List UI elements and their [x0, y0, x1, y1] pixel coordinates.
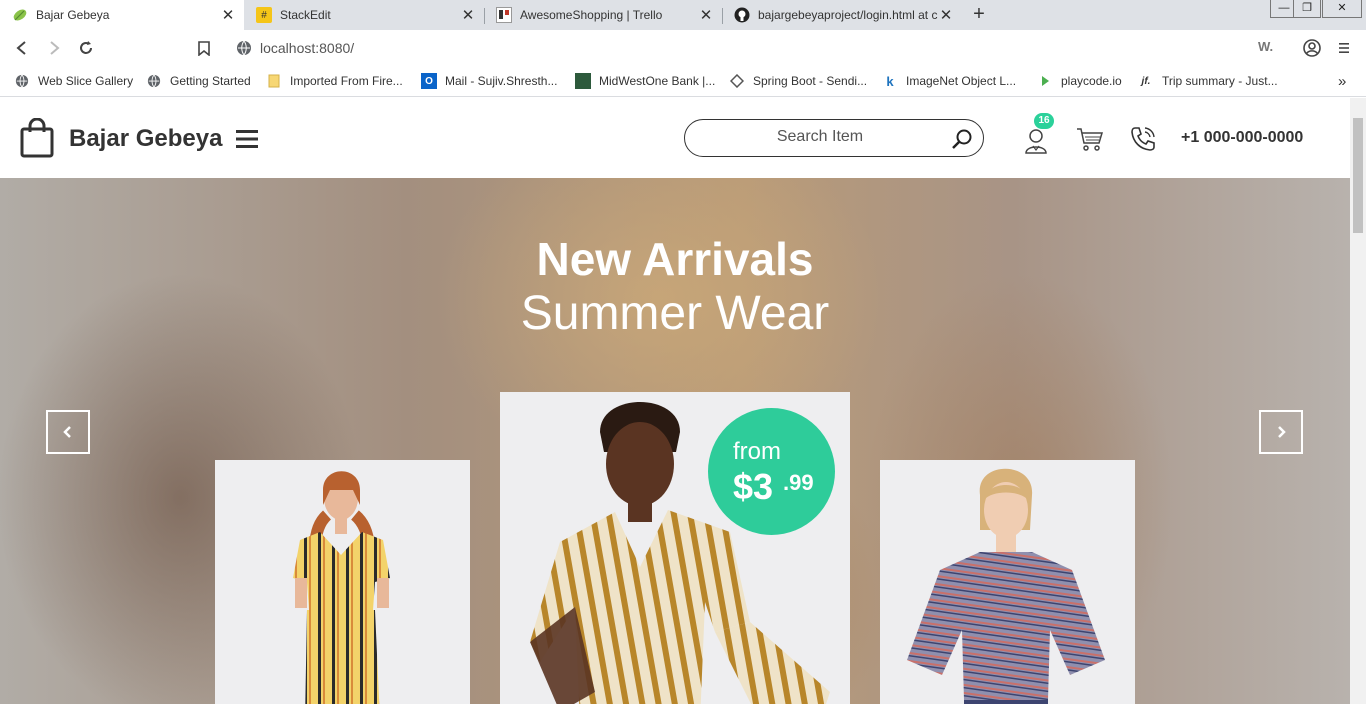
- carousel-next-button[interactable]: [1259, 410, 1303, 454]
- price-from-label: from: [733, 438, 781, 465]
- price-amount: $3: [733, 466, 774, 507]
- jf-icon: jf.: [1141, 75, 1151, 87]
- hero-banner: New Arrivals Summer Wear from $3 .99: [0, 178, 1350, 704]
- extension-icon[interactable]: W.: [1258, 39, 1273, 54]
- playcode-icon: [1037, 73, 1053, 89]
- globe-icon: [236, 40, 252, 61]
- bookmark-label: Mail - Sujiv.Shresth...: [445, 74, 558, 88]
- leaf-icon: [12, 7, 28, 23]
- bookmark-getting-started[interactable]: Getting Started: [146, 73, 251, 89]
- close-icon[interactable]: ✕: [220, 6, 236, 24]
- bookmark-label: Web Slice Gallery: [38, 74, 134, 88]
- tab-title: StackEdit: [280, 8, 331, 22]
- window-close-button[interactable]: ✕: [1322, 0, 1362, 18]
- product-card-left[interactable]: [215, 460, 470, 704]
- tab-github[interactable]: bajargebeyaproject/login.html at c ✕: [722, 0, 962, 30]
- brand-name[interactable]: Bajar Gebeya: [69, 125, 222, 153]
- product-image: [907, 468, 1105, 704]
- chevron-right-icon: [1278, 426, 1286, 438]
- bookmark-label: Getting Started: [170, 74, 251, 88]
- search-icon[interactable]: [951, 128, 973, 155]
- trello-icon: [496, 7, 512, 23]
- stackedit-icon: #: [256, 7, 272, 23]
- reload-button[interactable]: [76, 38, 96, 58]
- bookmark-label: Imported From Fire...: [290, 74, 403, 88]
- bookmark-label: ImageNet Object L...: [906, 74, 1017, 88]
- forward-button[interactable]: [44, 38, 64, 58]
- profile-icon[interactable]: [1302, 38, 1322, 58]
- globe-icon: [14, 73, 30, 89]
- new-tab-button[interactable]: +: [968, 4, 990, 26]
- carousel-prev-button[interactable]: [46, 410, 90, 454]
- tab-title: bajargebeyaproject/login.html at c: [758, 8, 938, 22]
- bookmark-label: playcode.io: [1061, 74, 1122, 88]
- bookmark-icon[interactable]: [194, 38, 214, 58]
- shopping-bag-icon[interactable]: [20, 117, 54, 163]
- browser-toolbar: localhost:8080/ W.: [0, 30, 1366, 66]
- close-icon[interactable]: ✕: [698, 6, 714, 24]
- bank-icon: [575, 73, 591, 89]
- more-bookmarks-button[interactable]: »: [1338, 73, 1346, 90]
- folder-icon: [266, 73, 282, 89]
- k-icon: k: [886, 73, 894, 89]
- globe-icon: [146, 73, 162, 89]
- site-header: Bajar Gebeya 16 +1 000-000-0000: [0, 98, 1350, 178]
- user-icon[interactable]: [1024, 128, 1048, 159]
- phone-number[interactable]: +1 000-000-0000: [1181, 129, 1303, 147]
- hamburger-menu-icon[interactable]: [236, 129, 258, 154]
- search-box: [684, 119, 984, 157]
- product-card-right[interactable]: [880, 460, 1135, 704]
- bookmark-mail[interactable]: O Mail - Sujiv.Shresth...: [421, 73, 557, 89]
- cart-icon[interactable]: [1076, 126, 1104, 157]
- address-bar[interactable]: localhost:8080/: [226, 34, 1140, 62]
- browser-tab-bar: Bajar Gebeya ✕ # StackEdit ✕ AwesomeShop…: [0, 0, 1366, 30]
- product-image: [293, 471, 390, 704]
- tab-bajar-gebeya[interactable]: Bajar Gebeya ✕: [0, 0, 244, 30]
- bookmark-imported-from-firefox[interactable]: Imported From Fire...: [266, 73, 403, 89]
- hero-title: New Arrivals: [536, 233, 814, 285]
- restore-button[interactable]: ❐: [1293, 0, 1321, 18]
- phone-icon[interactable]: [1130, 126, 1156, 157]
- bookmark-playcode[interactable]: playcode.io: [1037, 73, 1122, 89]
- tab-stackedit[interactable]: # StackEdit ✕: [244, 0, 484, 30]
- bookmark-label: Trip summary - Just...: [1162, 74, 1278, 88]
- hero-subtitle: Summer Wear: [520, 287, 830, 340]
- user-notification-badge: 16: [1034, 113, 1054, 129]
- bookmark-trip-summary[interactable]: jf. Trip summary - Just...: [1138, 73, 1278, 89]
- bookmark-label: Spring Boot - Sendi...: [753, 74, 868, 88]
- bookmark-spring-boot[interactable]: Spring Boot - Sendi...: [729, 73, 867, 89]
- close-icon[interactable]: ✕: [460, 6, 476, 24]
- bookmark-midwestone-bank[interactable]: MidWestOne Bank |...: [575, 73, 715, 89]
- bookmark-label: MidWestOne Bank |...: [599, 74, 716, 88]
- close-icon[interactable]: ✕: [938, 6, 954, 24]
- diamond-icon: [729, 73, 745, 89]
- tab-title: AwesomeShopping | Trello: [520, 8, 663, 22]
- search-input[interactable]: [705, 128, 935, 146]
- back-button[interactable]: [12, 38, 32, 58]
- chevron-left-icon: [63, 426, 71, 438]
- bookmark-imagenet[interactable]: k ImageNet Object L...: [882, 73, 1016, 89]
- bookmark-web-slice-gallery[interactable]: Web Slice Gallery: [14, 73, 133, 89]
- price-badge: from $3 .99: [708, 408, 835, 535]
- page-scrollbar[interactable]: [1350, 98, 1366, 704]
- url-text: localhost:8080/: [260, 40, 355, 56]
- outlook-icon: O: [421, 73, 437, 89]
- tab-trello[interactable]: AwesomeShopping | Trello ✕: [484, 0, 722, 30]
- bookmarks-bar: Web Slice Gallery Getting Started Import…: [0, 66, 1366, 97]
- menu-icon[interactable]: [1334, 38, 1354, 58]
- github-icon: [734, 7, 750, 23]
- price-cents: .99: [783, 470, 814, 495]
- tab-title: Bajar Gebeya: [36, 8, 110, 22]
- scrollbar-thumb[interactable]: [1353, 118, 1363, 233]
